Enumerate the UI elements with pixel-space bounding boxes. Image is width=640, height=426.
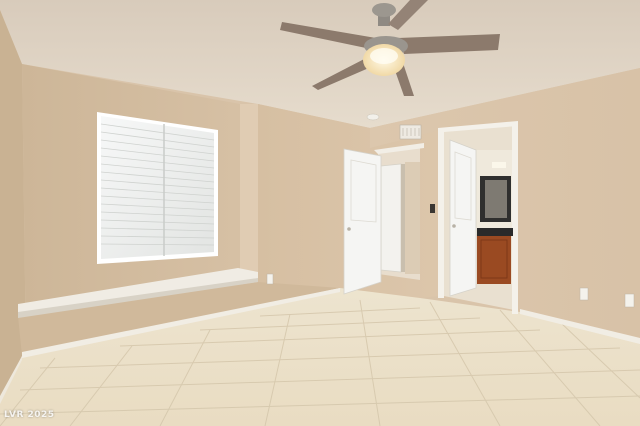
- hallway-far-door-edge: [401, 164, 405, 272]
- alcove-side-wall: [240, 104, 258, 290]
- door-knob-bathroom: [452, 224, 456, 228]
- outlet-right-1: [579, 287, 589, 301]
- outlet-right-2: [624, 293, 635, 308]
- hallway-far-wall: [405, 162, 420, 274]
- vanity-cabinet: [477, 236, 511, 284]
- bathroom-frame-right: [512, 122, 518, 314]
- outlet-alcove: [266, 273, 274, 285]
- bathroom-frame-left: [438, 128, 444, 298]
- vanity-countertop: [477, 228, 513, 236]
- open-door-bathroom: [449, 139, 477, 297]
- door-knob-center: [347, 227, 351, 231]
- window-with-blinds: [97, 112, 218, 264]
- light-switch: [430, 204, 435, 213]
- room-photo: [0, 0, 640, 426]
- hallway-far-door: [380, 163, 402, 273]
- open-door-center: [343, 148, 382, 295]
- bathroom-mirror-reflection: [485, 180, 507, 218]
- smoke-detector: [366, 113, 380, 121]
- bathroom-light: [492, 162, 506, 168]
- watermark-text: LVR 2025: [4, 410, 55, 420]
